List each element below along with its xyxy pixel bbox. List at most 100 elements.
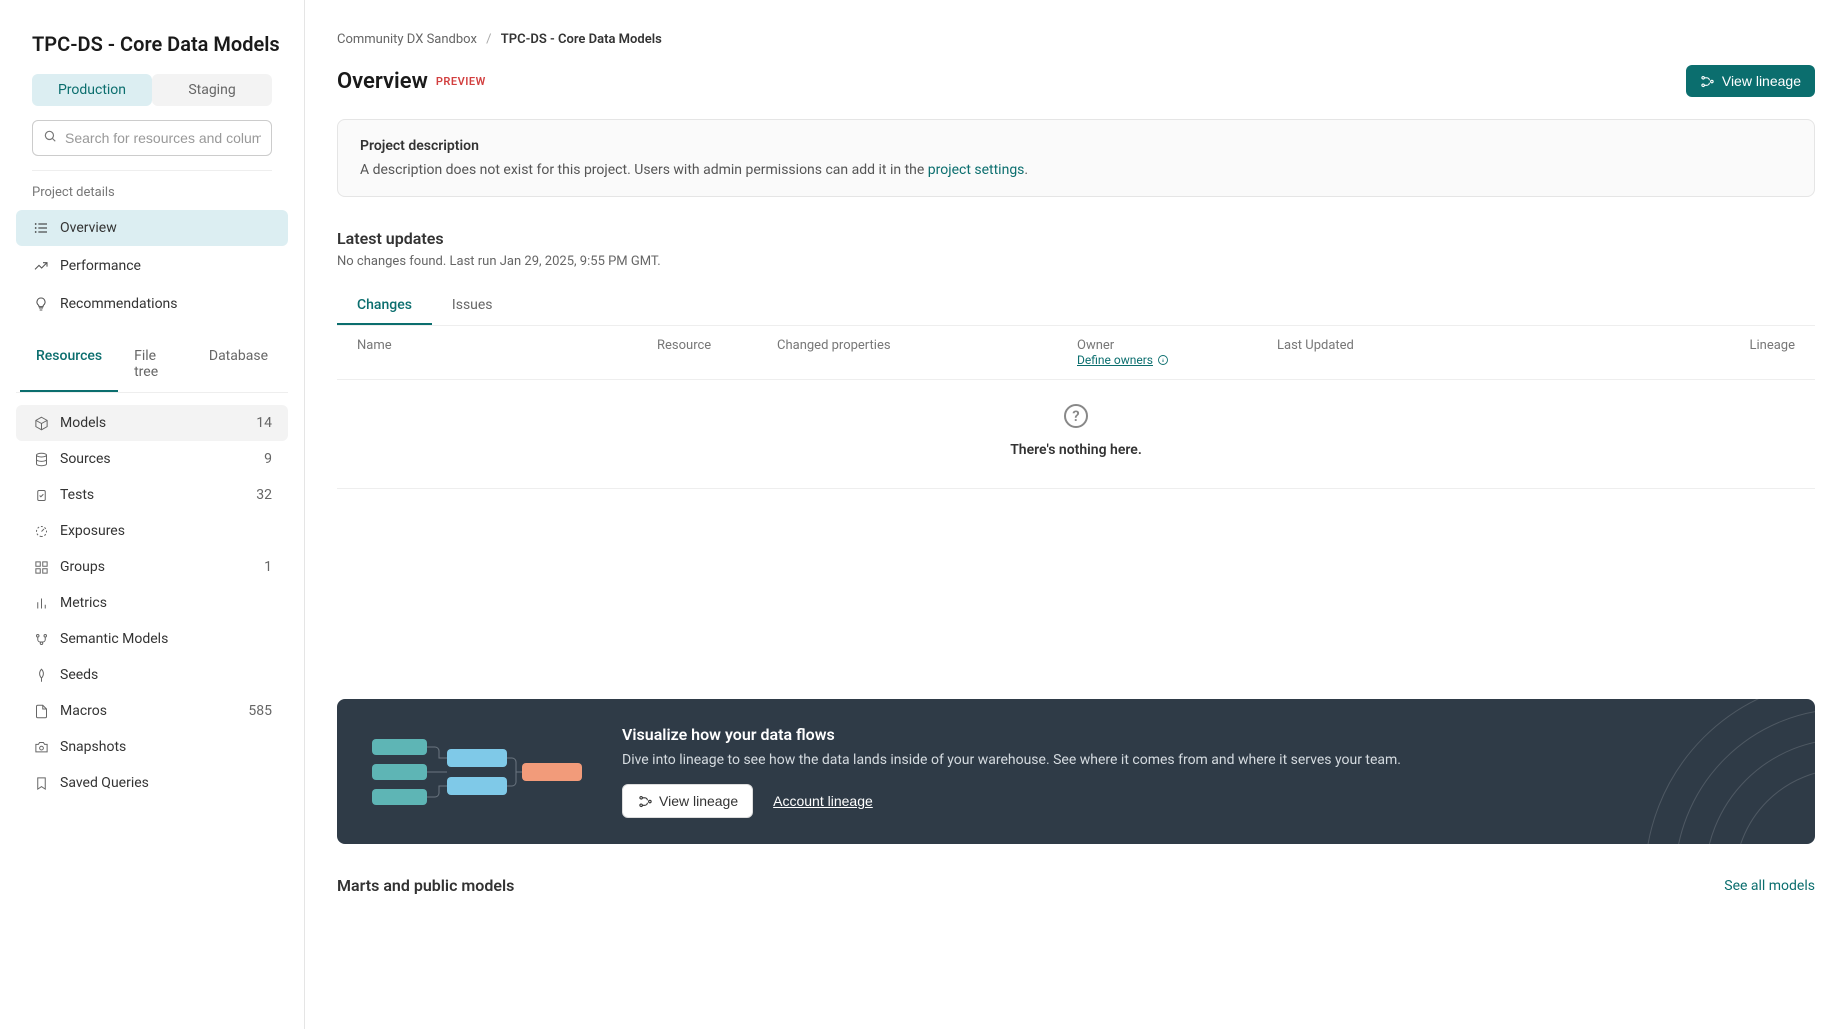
- tab-issues[interactable]: Issues: [432, 287, 513, 325]
- resource-item-metrics[interactable]: Metrics: [16, 585, 288, 621]
- define-owners-text: Define owners: [1077, 353, 1153, 367]
- see-all-models-link[interactable]: See all models: [1724, 878, 1815, 894]
- nav-recommendations[interactable]: Recommendations: [16, 286, 288, 322]
- page-title: Overview PREVIEW: [337, 69, 486, 94]
- resource-label: Snapshots: [60, 739, 126, 755]
- latest-updates-subtitle: No changes found. Last run Jan 29, 2025,…: [337, 254, 1815, 269]
- table-header: Name Resource Changed properties Owner D…: [337, 326, 1815, 380]
- resource-item-saved-queries[interactable]: Saved Queries: [16, 765, 288, 801]
- desc-text-after: .: [1024, 162, 1028, 178]
- lineage-banner: Visualize how your data flows Dive into …: [337, 699, 1815, 844]
- cube-icon: [32, 414, 50, 432]
- nav-performance[interactable]: Performance: [16, 248, 288, 284]
- resource-item-sources[interactable]: Sources 9: [16, 441, 288, 477]
- col-resource: Resource: [657, 338, 777, 367]
- desc-text-before: A description does not exist for this pr…: [360, 162, 928, 178]
- project-description-card: Project description A description does n…: [337, 119, 1815, 197]
- search-input-wrap[interactable]: [32, 120, 272, 156]
- seed-icon: [32, 666, 50, 684]
- account-lineage-link[interactable]: Account lineage: [763, 785, 883, 817]
- file-icon: [32, 702, 50, 720]
- resource-item-snapshots[interactable]: Snapshots: [16, 729, 288, 765]
- search-input[interactable]: [65, 130, 261, 146]
- resource-label: Metrics: [60, 595, 107, 611]
- resource-label: Semantic Models: [60, 631, 168, 647]
- search-icon: [43, 129, 57, 147]
- empty-text: There's nothing here.: [1010, 442, 1142, 458]
- sub-tab-database[interactable]: Database: [193, 338, 284, 392]
- sidebar: TPC-DS - Core Data Models Production Sta…: [0, 0, 305, 1029]
- nav-label: Recommendations: [60, 296, 178, 312]
- col-name: Name: [357, 338, 657, 367]
- resource-count: 14: [256, 415, 272, 431]
- lightbulb-icon: [32, 295, 50, 313]
- page-title-text: Overview: [337, 69, 428, 94]
- breadcrumb-root[interactable]: Community DX Sandbox: [337, 32, 477, 47]
- resource-item-macros[interactable]: Macros 585: [16, 693, 288, 729]
- sub-tab-resources[interactable]: Resources: [20, 338, 118, 392]
- breadcrumb-separator: /: [486, 32, 491, 47]
- resource-sub-tabs: Resources File tree Database: [16, 338, 288, 393]
- speed-icon: [32, 522, 50, 540]
- desc-title: Project description: [360, 138, 1792, 154]
- camera-icon: [32, 738, 50, 756]
- button-label: View lineage: [659, 793, 738, 809]
- tab-changes[interactable]: Changes: [337, 287, 432, 325]
- nav-label: Overview: [60, 220, 117, 236]
- grid-icon: [32, 558, 50, 576]
- resource-item-tests[interactable]: Tests 32: [16, 477, 288, 513]
- desc-text: A description does not exist for this pr…: [360, 162, 1792, 178]
- resource-item-exposures[interactable]: Exposures: [16, 513, 288, 549]
- col-lineage: Lineage: [1387, 338, 1795, 367]
- banner-title: Visualize how your data flows: [622, 725, 1785, 744]
- resource-count: 1: [264, 559, 272, 575]
- resource-item-seeds[interactable]: Seeds: [16, 657, 288, 693]
- project-title: TPC-DS - Core Data Models: [16, 32, 288, 56]
- col-owner: Owner Define owners: [1077, 338, 1277, 367]
- resource-list: Models 14 Sources 9 Tests 32: [16, 405, 288, 801]
- latest-updates-title: Latest updates: [337, 229, 1815, 248]
- resource-label: Exposures: [60, 523, 125, 539]
- resource-label: Sources: [60, 451, 111, 467]
- resource-item-groups[interactable]: Groups 1: [16, 549, 288, 585]
- define-owners-link[interactable]: Define owners: [1077, 353, 1277, 367]
- preview-badge: PREVIEW: [436, 75, 486, 88]
- breadcrumb-current: TPC-DS - Core Data Models: [501, 32, 662, 47]
- tab-production[interactable]: Production: [32, 74, 152, 106]
- lineage-icon: [1700, 73, 1716, 89]
- button-label: View lineage: [1722, 73, 1801, 89]
- resource-item-models[interactable]: Models 14: [16, 405, 288, 441]
- project-details-label: Project details: [16, 185, 288, 210]
- col-last-updated: Last Updated: [1277, 338, 1387, 367]
- resource-label: Macros: [60, 703, 107, 719]
- bookmark-icon: [32, 774, 50, 792]
- resource-label: Groups: [60, 559, 105, 575]
- updates-tabs: Changes Issues: [337, 287, 1815, 326]
- sub-tab-file-tree[interactable]: File tree: [118, 338, 193, 392]
- resource-label: Saved Queries: [60, 775, 149, 791]
- list-icon: [32, 219, 50, 237]
- divider: [32, 170, 272, 171]
- chart-line-icon: [32, 257, 50, 275]
- tab-staging[interactable]: Staging: [152, 74, 272, 106]
- resource-label: Tests: [60, 487, 94, 503]
- info-icon: [1157, 354, 1169, 366]
- nav-overview[interactable]: Overview: [16, 210, 288, 246]
- col-changed-properties: Changed properties: [777, 338, 1077, 367]
- question-icon: ?: [1064, 404, 1088, 428]
- project-settings-link[interactable]: project settings: [928, 162, 1025, 178]
- resource-count: 9: [264, 451, 272, 467]
- main-content: Community DX Sandbox / TPC-DS - Core Dat…: [305, 0, 1847, 1029]
- resource-label: Models: [60, 415, 106, 431]
- banner-view-lineage-button[interactable]: View lineage: [622, 784, 753, 818]
- col-owner-label: Owner: [1077, 338, 1277, 353]
- resource-item-semantic-models[interactable]: Semantic Models: [16, 621, 288, 657]
- resource-count: 585: [248, 703, 272, 719]
- resource-count: 32: [256, 487, 272, 503]
- bar-chart-icon: [32, 594, 50, 612]
- environment-tabs: Production Staging: [16, 74, 288, 106]
- lineage-diagram-illustration: [367, 737, 582, 807]
- marts-models-title: Marts and public models: [337, 876, 514, 895]
- resource-label: Seeds: [60, 667, 98, 683]
- view-lineage-button[interactable]: View lineage: [1686, 65, 1815, 97]
